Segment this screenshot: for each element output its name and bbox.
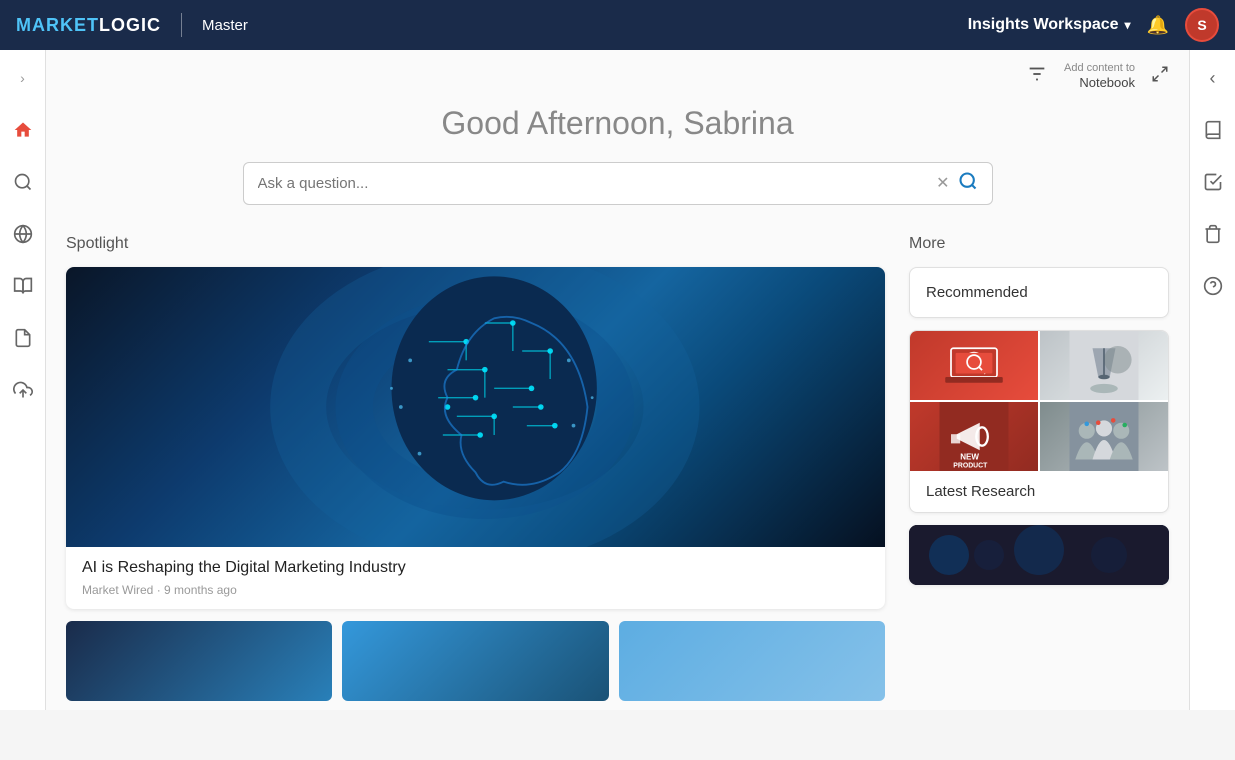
sidebar-item-globe[interactable] (7, 218, 39, 250)
spotlight-card-title: AI is Reshaping the Digital Marketing In… (82, 559, 869, 577)
thumbnail-item[interactable] (66, 621, 332, 701)
bottom-card-image (909, 525, 1169, 585)
search-submit-button[interactable] (958, 171, 978, 196)
notebook-label[interactable]: Notebook (1064, 75, 1135, 91)
content-body: Good Afternoon, Sabrina ✕ Spotlight (46, 105, 1189, 710)
search-container: ✕ (66, 162, 1169, 205)
user-avatar[interactable]: S (1185, 8, 1219, 42)
spotlight-card-body: AI is Reshaping the Digital Marketing In… (66, 547, 885, 609)
spotlight-source: Market Wired (82, 583, 153, 597)
spotlight-image (66, 267, 885, 547)
search-clear-button[interactable]: ✕ (936, 173, 949, 193)
right-sidebar: ‹ (1189, 50, 1235, 710)
main-content: Add content to Notebook Good Afternoon, … (46, 50, 1189, 710)
expand-button[interactable] (1151, 65, 1169, 88)
sidebar-right-collapse[interactable]: ‹ (1197, 62, 1229, 94)
thumbnail-item[interactable] (342, 621, 608, 701)
spotlight-section-title: Spotlight (66, 235, 885, 253)
research-tile-2 (1040, 331, 1168, 400)
top-navigation: MARKETLOGIC Master Insights Workspace 🔔 … (0, 0, 1235, 50)
left-sidebar: › (0, 50, 46, 710)
sidebar-item-upload[interactable] (7, 374, 39, 406)
svg-text:PRODUCT: PRODUCT (953, 462, 988, 469)
svg-text:NEW: NEW (960, 452, 979, 461)
search-bar: ✕ (243, 162, 993, 205)
recommended-card[interactable]: Recommended (909, 267, 1169, 318)
add-content-label: Add content to (1064, 62, 1135, 75)
filter-button[interactable] (1026, 63, 1048, 90)
sidebar-right-book[interactable] (1197, 114, 1229, 146)
sidebar-expand-button[interactable]: › (7, 62, 39, 94)
latest-research-label: Latest Research (926, 483, 1152, 500)
right-column: More Recommended (909, 235, 1169, 701)
spotlight-card-meta: Market Wired · 9 months ago (82, 583, 869, 597)
spotlight-time: 9 months ago (164, 583, 237, 597)
latest-research-card[interactable]: NEW PRODUCT (909, 330, 1169, 513)
sidebar-right-trash[interactable] (1197, 218, 1229, 250)
logo-divider (181, 13, 182, 37)
more-section-title: More (909, 235, 1169, 253)
left-column: Spotlight (66, 235, 885, 701)
bottom-card[interactable] (909, 525, 1169, 585)
instance-label: Master (202, 17, 248, 34)
sidebar-item-home[interactable] (7, 114, 39, 146)
research-tile-3: NEW PRODUCT (910, 402, 1038, 471)
spotlight-card[interactable]: AI is Reshaping the Digital Marketing In… (66, 267, 885, 609)
sidebar-item-search[interactable] (7, 166, 39, 198)
notification-bell[interactable]: 🔔 (1147, 15, 1169, 36)
logo-text: MARKETLOGIC (16, 15, 161, 36)
recommended-label: Recommended (926, 284, 1152, 301)
add-to-notebook-area: Add content to Notebook (1064, 62, 1135, 91)
spotlight-thumbnails (66, 621, 885, 701)
sidebar-item-reports[interactable] (7, 322, 39, 354)
sidebar-right-checklist[interactable] (1197, 166, 1229, 198)
research-tile-1 (910, 331, 1038, 400)
toolbar-row: Add content to Notebook (46, 50, 1189, 95)
spotlight-separator: · (157, 583, 164, 597)
research-card-body: Latest Research (910, 471, 1168, 512)
workspace-selector[interactable]: Insights Workspace (968, 16, 1131, 34)
sidebar-item-learn[interactable] (7, 270, 39, 302)
research-tile-4 (1040, 402, 1168, 471)
nav-left: MARKETLOGIC Master (16, 13, 248, 37)
two-column-layout: Spotlight (66, 235, 1169, 701)
search-input[interactable] (258, 175, 929, 192)
sidebar-right-help[interactable] (1197, 270, 1229, 302)
research-image-grid: NEW PRODUCT (910, 331, 1168, 471)
greeting-text: Good Afternoon, Sabrina (66, 105, 1169, 142)
logo-area[interactable]: MARKETLOGIC (16, 15, 161, 36)
nav-right: Insights Workspace 🔔 S (968, 8, 1219, 42)
thumbnail-item[interactable] (619, 621, 885, 701)
